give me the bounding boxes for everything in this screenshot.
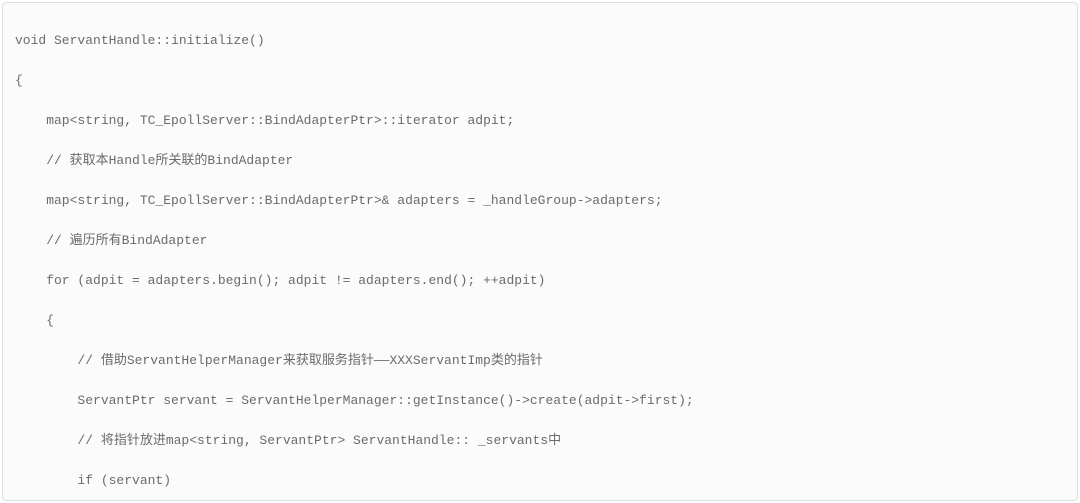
code-line: // 借助ServantHelperManager来获取服务指针——XXXSer… bbox=[15, 351, 1065, 371]
code-line: // 将指针放进map<string, ServantPtr> ServantH… bbox=[15, 431, 1065, 451]
code-line: void ServantHandle::initialize() bbox=[15, 31, 1065, 51]
code-line: map<string, TC_EpollServer::BindAdapterP… bbox=[15, 111, 1065, 131]
code-line: for (adpit = adapters.begin(); adpit != … bbox=[15, 271, 1065, 291]
code-line: // 获取本Handle所关联的BindAdapter bbox=[15, 151, 1065, 171]
code-line: // 遍历所有BindAdapter bbox=[15, 231, 1065, 251]
code-line: map<string, TC_EpollServer::BindAdapterP… bbox=[15, 191, 1065, 211]
code-line: if (servant) bbox=[15, 471, 1065, 491]
code-line: ServantPtr servant = ServantHelperManage… bbox=[15, 391, 1065, 411]
code-line: { bbox=[15, 71, 1065, 91]
code-line: { bbox=[15, 311, 1065, 331]
code-block: void ServantHandle::initialize() { map<s… bbox=[2, 2, 1078, 501]
